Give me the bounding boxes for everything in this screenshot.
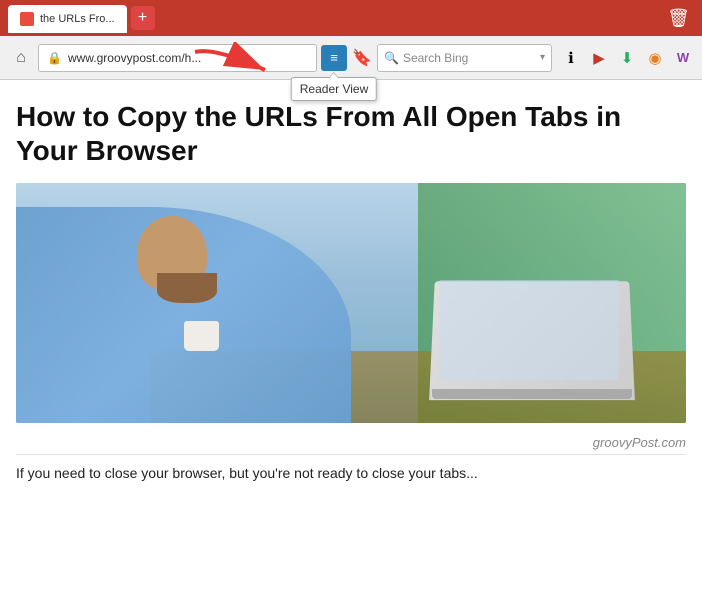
download-icon[interactable]: ⬇ (616, 47, 638, 69)
toolbar-icons: ℹ ▶ ⬇ ◉ W (560, 47, 694, 69)
new-tab-button[interactable]: + (131, 6, 155, 30)
close-window-button[interactable]: 🗑 (663, 8, 694, 29)
title-bar: the URLs Fro... + 🗑 (0, 0, 702, 36)
browser-tab[interactable]: the URLs Fro... (8, 5, 127, 33)
onenote-icon[interactable]: W (672, 47, 694, 69)
address-bar: ⌂ 🔒 www.groovypost.com/h... ≡ Reader Vie… (0, 36, 702, 80)
play-icon[interactable]: ▶ (588, 47, 610, 69)
search-icon: 🔍 (384, 51, 399, 65)
reader-view-container: ≡ Reader View (321, 45, 347, 71)
article-body-preview: If you need to close your browser, but y… (16, 454, 686, 484)
article-hero-image (16, 183, 686, 423)
reader-view-tooltip: Reader View (291, 77, 377, 101)
home-button[interactable]: ⌂ (8, 45, 34, 71)
article-watermark: groovyPost.com (16, 435, 686, 450)
tab-favicon (20, 12, 34, 26)
reader-view-button[interactable]: ≡ (321, 45, 347, 71)
bookmark-button[interactable]: 🔖 (351, 45, 373, 71)
article-title: How to Copy the URLs From All Open Tabs … (16, 100, 686, 167)
tab-title: the URLs Fro... (40, 13, 115, 25)
drive-icon[interactable]: ◉ (644, 47, 666, 69)
search-placeholder: Search Bing (403, 51, 536, 65)
lock-icon: 🔒 (47, 51, 62, 65)
info-icon[interactable]: ℹ (560, 47, 582, 69)
article-content: How to Copy the URLs From All Open Tabs … (0, 80, 702, 496)
search-field[interactable]: 🔍 Search Bing ▾ (377, 44, 552, 72)
search-dropdown-icon[interactable]: ▾ (540, 52, 545, 63)
url-text: www.groovypost.com/h... (68, 51, 201, 65)
